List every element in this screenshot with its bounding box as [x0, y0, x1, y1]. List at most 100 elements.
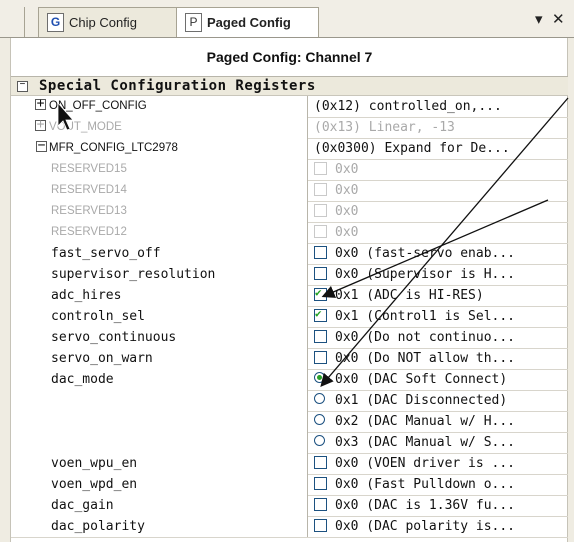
- checkbox[interactable]: [314, 351, 327, 364]
- row-name-cell: dac_mode: [11, 369, 308, 390]
- row-name-cell: RESERVED14: [11, 180, 308, 201]
- row-name: servo_continuous: [51, 330, 177, 345]
- row-name-cell: voen_wpu_en: [11, 453, 308, 474]
- row-name: MFR_CONFIG_LTC2978: [49, 142, 178, 154]
- row-value: 0x0 (Do NOT allow th...: [335, 351, 516, 366]
- row-value-cell[interactable]: (0x0300) Expand for De...: [308, 138, 568, 159]
- table-row[interactable]: dac_mode 0x0 (DAC Soft Connect): [11, 369, 568, 391]
- row-value-cell[interactable]: 0x0 (Fast Pulldown o...: [308, 474, 568, 495]
- table-row[interactable]: RESERVED14 0x0: [11, 180, 568, 202]
- row-value-cell[interactable]: 0x0: [308, 201, 568, 222]
- table-row[interactable]: 0x3 (DAC Manual w/ S...: [11, 432, 568, 454]
- right-margin: [567, 38, 574, 542]
- table-row[interactable]: voen_wpu_en 0x0 (VOEN driver is ...: [11, 453, 568, 475]
- tab-paged-config[interactable]: P Paged Config: [176, 7, 319, 38]
- left-margin: [0, 38, 11, 542]
- row-name-cell: − MFR_CONFIG_LTC2978: [11, 138, 308, 159]
- row-value-cell[interactable]: 0x0: [308, 222, 568, 243]
- checkbox[interactable]: [314, 498, 327, 511]
- row-name: voen_wpd_en: [51, 477, 138, 492]
- table-row[interactable]: − MFR_CONFIG_LTC2978 (0x0300) Expand for D…: [11, 138, 568, 160]
- expand-icon[interactable]: +: [35, 118, 46, 131]
- row-name: adc_hires: [51, 288, 122, 303]
- table-row[interactable]: RESERVED13 0x0: [11, 201, 568, 223]
- row-value: 0x0 (Supervisor is H...: [335, 267, 516, 282]
- collapse-icon[interactable]: −: [36, 139, 47, 152]
- close-icon[interactable]: ✕: [552, 10, 565, 28]
- table-row[interactable]: fast_servo_off 0x0 (fast-servo enab...: [11, 243, 568, 265]
- row-value-cell[interactable]: 0x0: [308, 180, 568, 201]
- radio-selected[interactable]: [314, 372, 325, 383]
- row-value-cell[interactable]: 0x3 (DAC Manual w/ S...: [308, 432, 568, 453]
- row-name: RESERVED15: [51, 163, 127, 175]
- table-row[interactable]: adc_hires 0x1 (ADC is HI-RES): [11, 285, 568, 307]
- section-label: Special Configuration Registers: [39, 78, 316, 94]
- row-value: 0x0 (Fast Pulldown o...: [335, 477, 516, 492]
- row-value-cell[interactable]: 0x2 (DAC Manual w/ H...: [308, 411, 568, 432]
- row-value: 0x0 (fast-servo enab...: [335, 246, 516, 261]
- row-value-cell[interactable]: 0x0 (Do not continuo...: [308, 327, 568, 348]
- checkbox[interactable]: [314, 330, 327, 343]
- row-name: VOUT_MODE: [49, 121, 122, 133]
- row-value-cell[interactable]: 0x1 (ADC is HI-RES): [308, 285, 568, 306]
- table-row[interactable]: + VOUT_MODE (0x13) Linear, -13: [11, 117, 568, 139]
- radio-button[interactable]: [314, 435, 325, 446]
- checkbox[interactable]: [314, 519, 327, 532]
- row-value-cell[interactable]: 0x1 (Control1 is Sel...: [308, 306, 568, 327]
- paged-config-icon: P: [185, 13, 202, 32]
- table-row[interactable]: 0x1 (DAC Disconnected): [11, 390, 568, 412]
- row-name: controln_sel: [51, 309, 145, 324]
- row-value-cell[interactable]: 0x0 (DAC Soft Connect): [308, 369, 568, 390]
- row-name-cell: voen_wpd_en: [11, 474, 308, 495]
- row-name-cell: servo_continuous: [11, 327, 308, 348]
- row-value: 0x0 (Do not continuo...: [335, 330, 516, 345]
- collapse-icon[interactable]: −: [17, 81, 28, 92]
- row-value: 0x0: [335, 183, 359, 198]
- row-value-cell[interactable]: (0x12) controlled_on,...: [308, 96, 568, 117]
- row-name: supervisor_resolution: [51, 267, 216, 282]
- property-grid: − Special Configuration Registers + ON_OF…: [11, 76, 568, 543]
- table-row[interactable]: 0x2 (DAC Manual w/ H...: [11, 411, 568, 433]
- row-name-cell: supervisor_resolution: [11, 264, 308, 285]
- row-value-cell[interactable]: 0x0 (DAC is 1.36V fu...: [308, 495, 568, 516]
- table-row[interactable]: dac_gain 0x0 (DAC is 1.36V fu...: [11, 495, 568, 517]
- radio-button[interactable]: [314, 393, 325, 404]
- row-value-cell[interactable]: 0x0 (Do NOT allow th...: [308, 348, 568, 369]
- tab-divider: [24, 7, 25, 38]
- row-value-cell[interactable]: 0x0 (Supervisor is H...: [308, 264, 568, 285]
- checkbox[interactable]: [314, 456, 327, 469]
- row-value-cell[interactable]: 0x1 (DAC Disconnected): [308, 390, 568, 411]
- row-value-cell[interactable]: 0x0: [308, 159, 568, 180]
- checkbox-checked[interactable]: [314, 307, 327, 322]
- row-value-cell[interactable]: 0x0 (fast-servo enab...: [308, 243, 568, 264]
- row-value: 0x0: [335, 225, 359, 240]
- table-row[interactable]: controln_sel 0x1 (Control1 is Sel...: [11, 306, 568, 328]
- row-name: ON_OFF_CONFIG: [49, 100, 147, 112]
- checkbox: [314, 204, 327, 217]
- checkbox: [314, 183, 327, 196]
- checkbox[interactable]: [314, 267, 327, 280]
- row-value-cell[interactable]: 0x0 (DAC polarity is...: [308, 516, 568, 537]
- row-name-cell: + ON_OFF_CONFIG: [11, 96, 308, 117]
- checkbox[interactable]: [314, 246, 327, 259]
- row-value-cell[interactable]: (0x13) Linear, -13: [308, 117, 568, 138]
- checkbox: [314, 162, 327, 175]
- tab-chip-config[interactable]: G Chip Config: [38, 7, 177, 37]
- section-header[interactable]: − Special Configuration Registers: [11, 77, 568, 96]
- table-row[interactable]: RESERVED12 0x0: [11, 222, 568, 244]
- chip-config-icon: G: [47, 13, 64, 32]
- radio-button[interactable]: [314, 414, 325, 425]
- table-row[interactable]: voen_wpd_en 0x0 (Fast Pulldown o...: [11, 474, 568, 496]
- expand-icon[interactable]: +: [35, 97, 46, 110]
- table-row[interactable]: servo_on_warn 0x0 (Do NOT allow th...: [11, 348, 568, 370]
- table-row[interactable]: servo_continuous 0x0 (Do not continuo...: [11, 327, 568, 349]
- checkbox-checked[interactable]: [314, 286, 327, 301]
- row-value-cell[interactable]: 0x0 (VOEN driver is ...: [308, 453, 568, 474]
- table-row[interactable]: RESERVED15 0x0: [11, 159, 568, 181]
- table-row[interactable]: supervisor_resolution 0x0 (Supervisor is …: [11, 264, 568, 286]
- tab-label: Paged Config: [207, 15, 291, 30]
- chevron-down-icon[interactable]: ▾: [535, 10, 543, 28]
- table-row[interactable]: dac_polarity 0x0 (DAC polarity is...: [11, 516, 568, 538]
- table-row[interactable]: + ON_OFF_CONFIG (0x12) controlled_on,...: [11, 96, 568, 118]
- checkbox[interactable]: [314, 477, 327, 490]
